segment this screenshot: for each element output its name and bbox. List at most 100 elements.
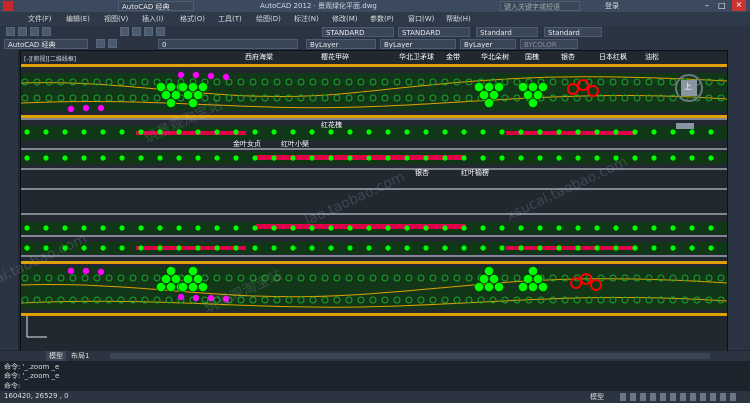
layer-select[interactable]: 0	[158, 39, 298, 49]
layer-state-icon[interactable]	[108, 39, 117, 48]
tree-dot	[651, 129, 657, 135]
lineweight-select[interactable]: ByLayer	[460, 39, 516, 49]
minimize-icon[interactable]: –	[705, 1, 715, 10]
new-file-icon[interactable]	[6, 27, 15, 36]
text-style-select[interactable]: STANDARD	[322, 27, 394, 37]
tree-cluster-dot	[528, 98, 538, 108]
plotstyle-select[interactable]: BYCOLOR	[520, 39, 578, 49]
menu-item[interactable]: 格式(O)	[180, 14, 205, 24]
tree-dot	[423, 245, 429, 251]
table-style-select[interactable]: Standard	[476, 27, 538, 37]
tree-dot	[518, 245, 524, 251]
command-window[interactable]: 命令: '_.zoom _e 命令: '_.zoom _e 命令:	[0, 361, 750, 391]
command-input[interactable]: 命令:	[4, 381, 20, 391]
tree-dot	[176, 245, 182, 251]
tree-dot	[309, 245, 315, 251]
plant-label: 国槐	[525, 53, 539, 61]
close-icon[interactable]: ×	[732, 0, 746, 11]
tree-dot	[233, 155, 239, 161]
plant-label: 油松	[645, 53, 659, 61]
tree-dot	[651, 245, 657, 251]
tree-dot	[499, 245, 505, 251]
dim-style-select[interactable]: STANDARD	[398, 27, 470, 37]
status-model-button[interactable]: 模型	[590, 392, 604, 402]
flower-symbol	[192, 294, 200, 302]
plant-label: 红叶榆楞	[461, 169, 489, 177]
title-bar: AutoCAD 经典 AutoCAD 2012 · 景观绿化平面.dwg 键入关…	[0, 0, 750, 12]
tree-dot	[176, 225, 182, 231]
print-icon[interactable]	[42, 27, 51, 36]
hedge-band	[21, 115, 727, 118]
right-modify-toolbar	[728, 50, 750, 350]
menu-item[interactable]: 插入(I)	[142, 14, 164, 24]
menu-item[interactable]: 参数(P)	[370, 14, 394, 24]
tree-dot	[119, 225, 125, 231]
menu-item[interactable]: 修改(M)	[332, 14, 358, 24]
color-select[interactable]: ByLayer	[306, 39, 376, 49]
undo-icon[interactable]	[120, 27, 129, 36]
tree-cluster-dot	[166, 98, 176, 108]
tree-dot	[138, 225, 144, 231]
tree-cluster-dot	[528, 266, 538, 276]
save-file-icon[interactable]	[30, 27, 39, 36]
search-input[interactable]: 键入关键字或短语	[500, 1, 580, 11]
tree-cluster-dot	[193, 90, 203, 100]
tree-dot	[404, 225, 410, 231]
menu-item[interactable]: 绘图(D)	[256, 14, 281, 24]
tree-dot	[461, 225, 467, 231]
tree-cluster-dot	[198, 282, 208, 292]
tree-dot	[119, 155, 125, 161]
menu-item[interactable]: 文件(F)	[28, 14, 52, 24]
tree-dot	[290, 129, 296, 135]
left-draw-toolbar	[0, 50, 18, 350]
tree-dot	[670, 155, 676, 161]
menu-item[interactable]: 帮助(H)	[446, 14, 471, 24]
tree-dot	[670, 245, 676, 251]
menu-item[interactable]: 工具(T)	[218, 14, 242, 24]
status-bar: 160420, 26529 , 0 模型	[0, 391, 750, 403]
redo-icon[interactable]	[132, 27, 141, 36]
tree-dot	[290, 225, 296, 231]
linetype-select[interactable]: ByLayer	[380, 39, 456, 49]
tree-cluster-dot	[528, 82, 538, 92]
drawing-canvas[interactable]: [-][俯视][二维线框] 上 西府海棠 樱花甲碎 华北卫矛球 金带 华北朵树 …	[0, 50, 728, 352]
pan-icon[interactable]	[144, 27, 153, 36]
app-logo-icon[interactable]	[3, 1, 13, 11]
workspace-select[interactable]: AutoCAD 经典	[118, 1, 194, 11]
tree-dot	[290, 155, 296, 161]
zoom-icon[interactable]	[156, 27, 165, 36]
menu-item[interactable]: 标注(N)	[294, 14, 319, 24]
tree-dot	[670, 129, 676, 135]
viewport-label[interactable]: [-][俯视][二维线框]	[24, 54, 76, 63]
tree-dot	[271, 225, 277, 231]
tree-dot	[233, 245, 239, 251]
maximize-icon[interactable]: □	[718, 1, 728, 10]
tab-layout1[interactable]: 布局1	[68, 351, 92, 361]
viewcube-label[interactable]: 上	[684, 81, 692, 92]
tree-dot	[195, 225, 201, 231]
window-title: AutoCAD 2012 · 景观绿化平面.dwg	[260, 2, 377, 10]
layer-manager-icon[interactable]	[96, 39, 105, 48]
tree-cluster-dot	[156, 82, 166, 92]
tree-dot	[62, 225, 68, 231]
plan-drawing	[21, 64, 727, 338]
tree-cluster-dot	[183, 90, 193, 100]
tree-dot	[157, 245, 163, 251]
tree-cluster-dot	[538, 282, 548, 292]
status-icons[interactable]	[620, 393, 740, 401]
horizontal-scrollbar[interactable]	[110, 353, 710, 359]
menu-item[interactable]: 视图(V)	[104, 14, 128, 24]
tab-model[interactable]: 模型	[46, 351, 66, 361]
open-file-icon[interactable]	[18, 27, 27, 36]
tree-dot	[214, 129, 220, 135]
menu-item[interactable]: 窗口(W)	[408, 14, 434, 24]
tree-dot	[708, 225, 714, 231]
menu-item[interactable]: 编辑(E)	[66, 14, 90, 24]
login-link[interactable]: 登录	[605, 1, 619, 11]
tree-dot	[195, 245, 201, 251]
tree-dot	[24, 225, 30, 231]
workspace-select-2[interactable]: AutoCAD 经典	[4, 39, 88, 49]
mleader-style-select[interactable]: Standard	[544, 27, 602, 37]
tree-dot	[119, 129, 125, 135]
section-marker	[676, 123, 694, 129]
